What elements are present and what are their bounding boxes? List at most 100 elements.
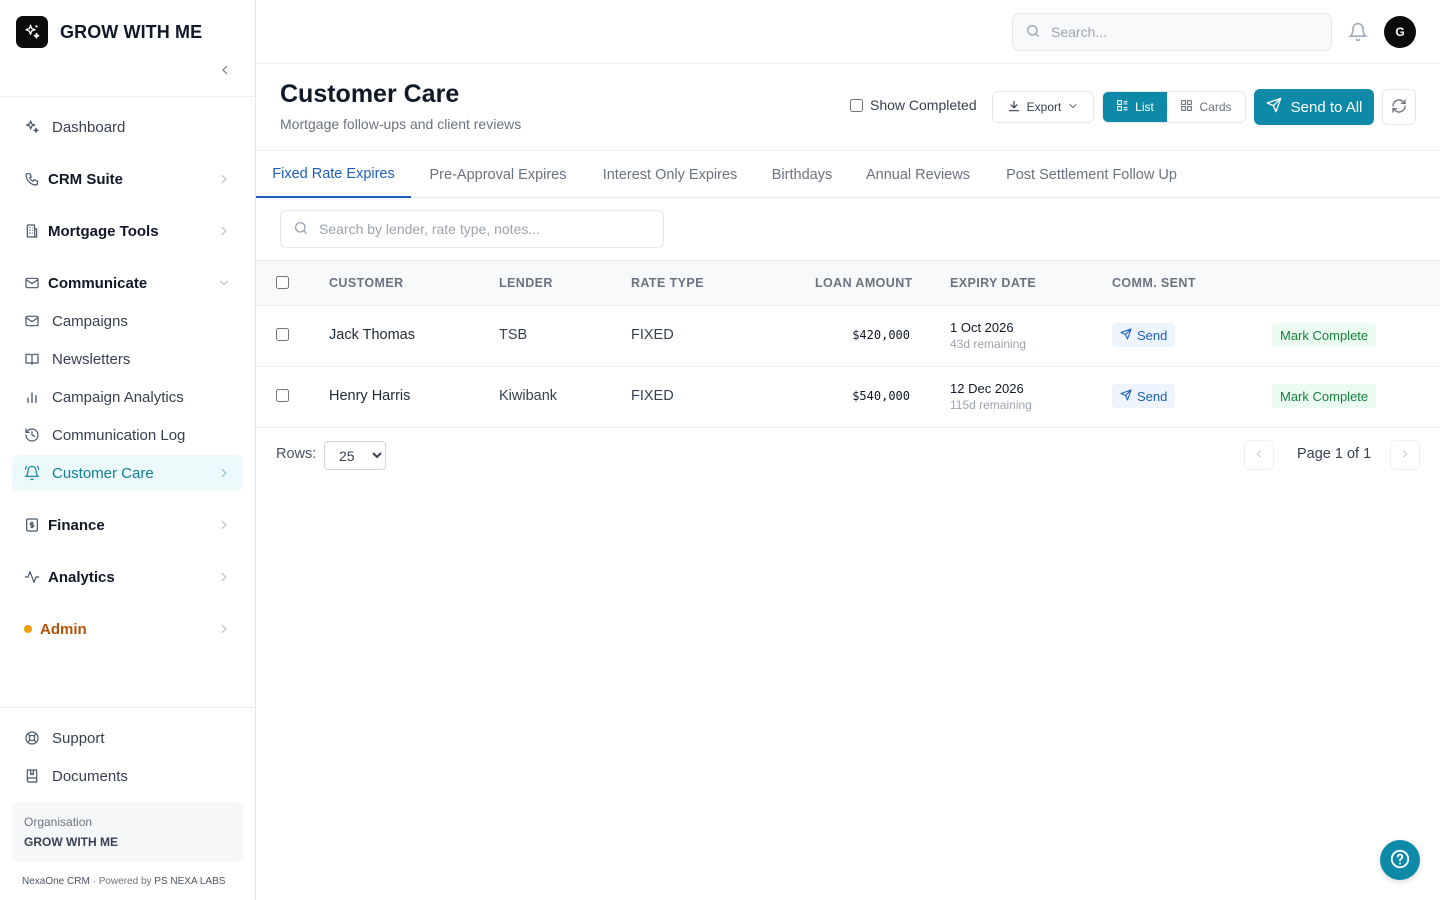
expiry-date: 12 Dec 2026 [950, 381, 1024, 396]
organisation-card: Organisation GROW WITH ME [12, 802, 243, 862]
bar-chart-icon [24, 389, 40, 405]
show-completed-label: Show Completed [870, 97, 977, 113]
customer-name[interactable]: Henry Harris [329, 388, 410, 404]
page-subtitle: Mortgage follow-ups and client reviews [280, 116, 522, 132]
send-button[interactable]: Send [1112, 323, 1176, 347]
chevron-right-icon [217, 518, 231, 532]
table-row: Jack Thomas TSB FIXED $420,000 1 Oct 202… [256, 306, 1440, 367]
sidebar-item-label: Finance [48, 516, 105, 534]
brand[interactable]: GROW WITH ME [16, 16, 202, 48]
tab-interest-only-expires[interactable]: Interest Only Expires [585, 151, 755, 198]
sidebar-item-campaign-analytics[interactable]: Campaign Analytics [12, 379, 243, 415]
sidebar-item-crm-suite[interactable]: CRM Suite [12, 161, 243, 197]
global-search[interactable] [1012, 13, 1332, 51]
column-header-lender[interactable]: LENDER [499, 276, 553, 290]
notifications-bell-icon[interactable] [1348, 22, 1368, 42]
tab-annual-reviews[interactable]: Annual Reviews [849, 151, 987, 198]
expiry-cell: 1 Oct 2026 43d remaining [950, 320, 1026, 351]
sidebar-item-support[interactable]: Support [12, 720, 243, 756]
list-view-button[interactable]: List [1103, 92, 1167, 122]
sidebar-item-label: Dashboard [52, 118, 126, 136]
sidebar-item-admin[interactable]: Admin [12, 611, 243, 647]
show-completed-toggle[interactable]: Show Completed [850, 97, 977, 113]
next-page-button[interactable] [1390, 440, 1420, 470]
view-toggle: List Cards [1102, 91, 1246, 123]
footer-product: NexaOne CRM [22, 876, 90, 887]
mark-complete-button[interactable]: Mark Complete [1272, 384, 1377, 408]
row-checkbox[interactable] [276, 328, 289, 341]
cards-view-label: Cards [1199, 100, 1232, 114]
previous-page-button[interactable] [1244, 440, 1274, 470]
user-avatar[interactable]: G [1384, 16, 1416, 48]
send-to-all-label: Send to All [1290, 98, 1363, 116]
chevron-down-icon [217, 276, 231, 290]
sidebar-item-analytics[interactable]: Analytics [12, 559, 243, 595]
page-title: Customer Care [280, 80, 460, 108]
column-header-comm-sent[interactable]: COMM. SENT [1112, 276, 1196, 290]
collapse-sidebar-button[interactable] [215, 60, 235, 80]
loan-amount: $420,000 [852, 328, 910, 342]
sidebar-item-documents[interactable]: Documents [12, 758, 243, 794]
sidebar-item-label: Campaign Analytics [52, 388, 184, 406]
rows-per-page-select[interactable]: 25 [324, 441, 386, 470]
list-view-label: List [1135, 100, 1154, 114]
table-search[interactable] [280, 210, 664, 248]
help-icon [1389, 848, 1411, 873]
topbar: G [256, 0, 1440, 64]
sidebar-item-label: Support [52, 729, 105, 747]
send-to-all-button[interactable]: Send to All [1254, 89, 1374, 125]
phone-icon [24, 171, 40, 187]
help-button[interactable] [1380, 840, 1420, 880]
sidebar-item-campaigns[interactable]: Campaigns [12, 303, 243, 339]
sidebar-item-label: Communication Log [52, 426, 186, 444]
sidebar-item-label: Mortgage Tools [48, 222, 159, 240]
mark-complete-button[interactable]: Mark Complete [1272, 323, 1377, 347]
sidebar-item-newsletters[interactable]: Newsletters [12, 341, 243, 377]
show-completed-checkbox[interactable] [850, 98, 863, 112]
rate-type: FIXED [631, 327, 674, 343]
column-header-expiry-date[interactable]: EXPIRY DATE [950, 276, 1036, 290]
sidebar-item-label: Campaigns [52, 312, 128, 330]
column-header-customer[interactable]: CUSTOMER [329, 276, 404, 290]
sidebar-item-communication-log[interactable]: Communication Log [12, 417, 243, 453]
tab-pre-approval-expires[interactable]: Pre-Approval Expires [411, 151, 585, 198]
download-icon [1007, 99, 1021, 116]
status-dot-icon [24, 625, 32, 633]
bookmark-book-icon [24, 768, 40, 784]
sparkle-icon [24, 119, 40, 135]
expiry-cell: 12 Dec 2026 115d remaining [950, 381, 1032, 412]
footer-company: PS NEXA LABS [154, 876, 226, 887]
row-checkbox[interactable] [276, 389, 289, 402]
tab-birthdays[interactable]: Birthdays [755, 151, 849, 198]
sidebar-item-communicate[interactable]: Communicate [12, 265, 243, 301]
send-icon [1266, 97, 1282, 117]
tab-fixed-rate-expires[interactable]: Fixed Rate Expires [256, 151, 411, 198]
sidebar-item-finance[interactable]: Finance [12, 507, 243, 543]
send-button[interactable]: Send [1112, 384, 1176, 408]
lender: TSB [499, 327, 528, 343]
select-all-checkbox[interactable] [276, 276, 289, 289]
export-button[interactable]: Export [992, 91, 1094, 123]
column-header-loan-amount[interactable]: LOAN AMOUNT [815, 276, 913, 290]
tab-bar: Fixed Rate Expires Pre-Approval Expires … [256, 150, 1440, 198]
table-search-input[interactable] [319, 221, 649, 237]
sidebar-item-mortgage-tools[interactable]: Mortgage Tools [12, 213, 243, 249]
brand-logo-icon [16, 16, 48, 48]
sidebar-item-dashboard[interactable]: Dashboard [12, 109, 243, 145]
sidebar-item-customer-care[interactable]: Customer Care [12, 455, 243, 491]
tab-post-settlement-follow-up[interactable]: Post Settlement Follow Up [987, 151, 1196, 198]
global-search-input[interactable] [1051, 24, 1311, 40]
cards-view-button[interactable]: Cards [1167, 92, 1245, 122]
sidebar-item-label: Analytics [48, 568, 115, 586]
list-icon [1116, 99, 1129, 115]
page-indicator: Page 1 of 1 [1297, 446, 1372, 462]
sidebar-divider [0, 707, 255, 708]
chevron-right-icon [217, 172, 231, 186]
refresh-button[interactable] [1382, 89, 1416, 125]
customer-name[interactable]: Jack Thomas [329, 327, 415, 343]
send-icon [1120, 327, 1132, 343]
loan-amount: $540,000 [852, 389, 910, 403]
column-header-rate-type[interactable]: RATE TYPE [631, 276, 704, 290]
search-icon [293, 220, 309, 239]
sidebar-item-label: Communicate [48, 274, 148, 292]
